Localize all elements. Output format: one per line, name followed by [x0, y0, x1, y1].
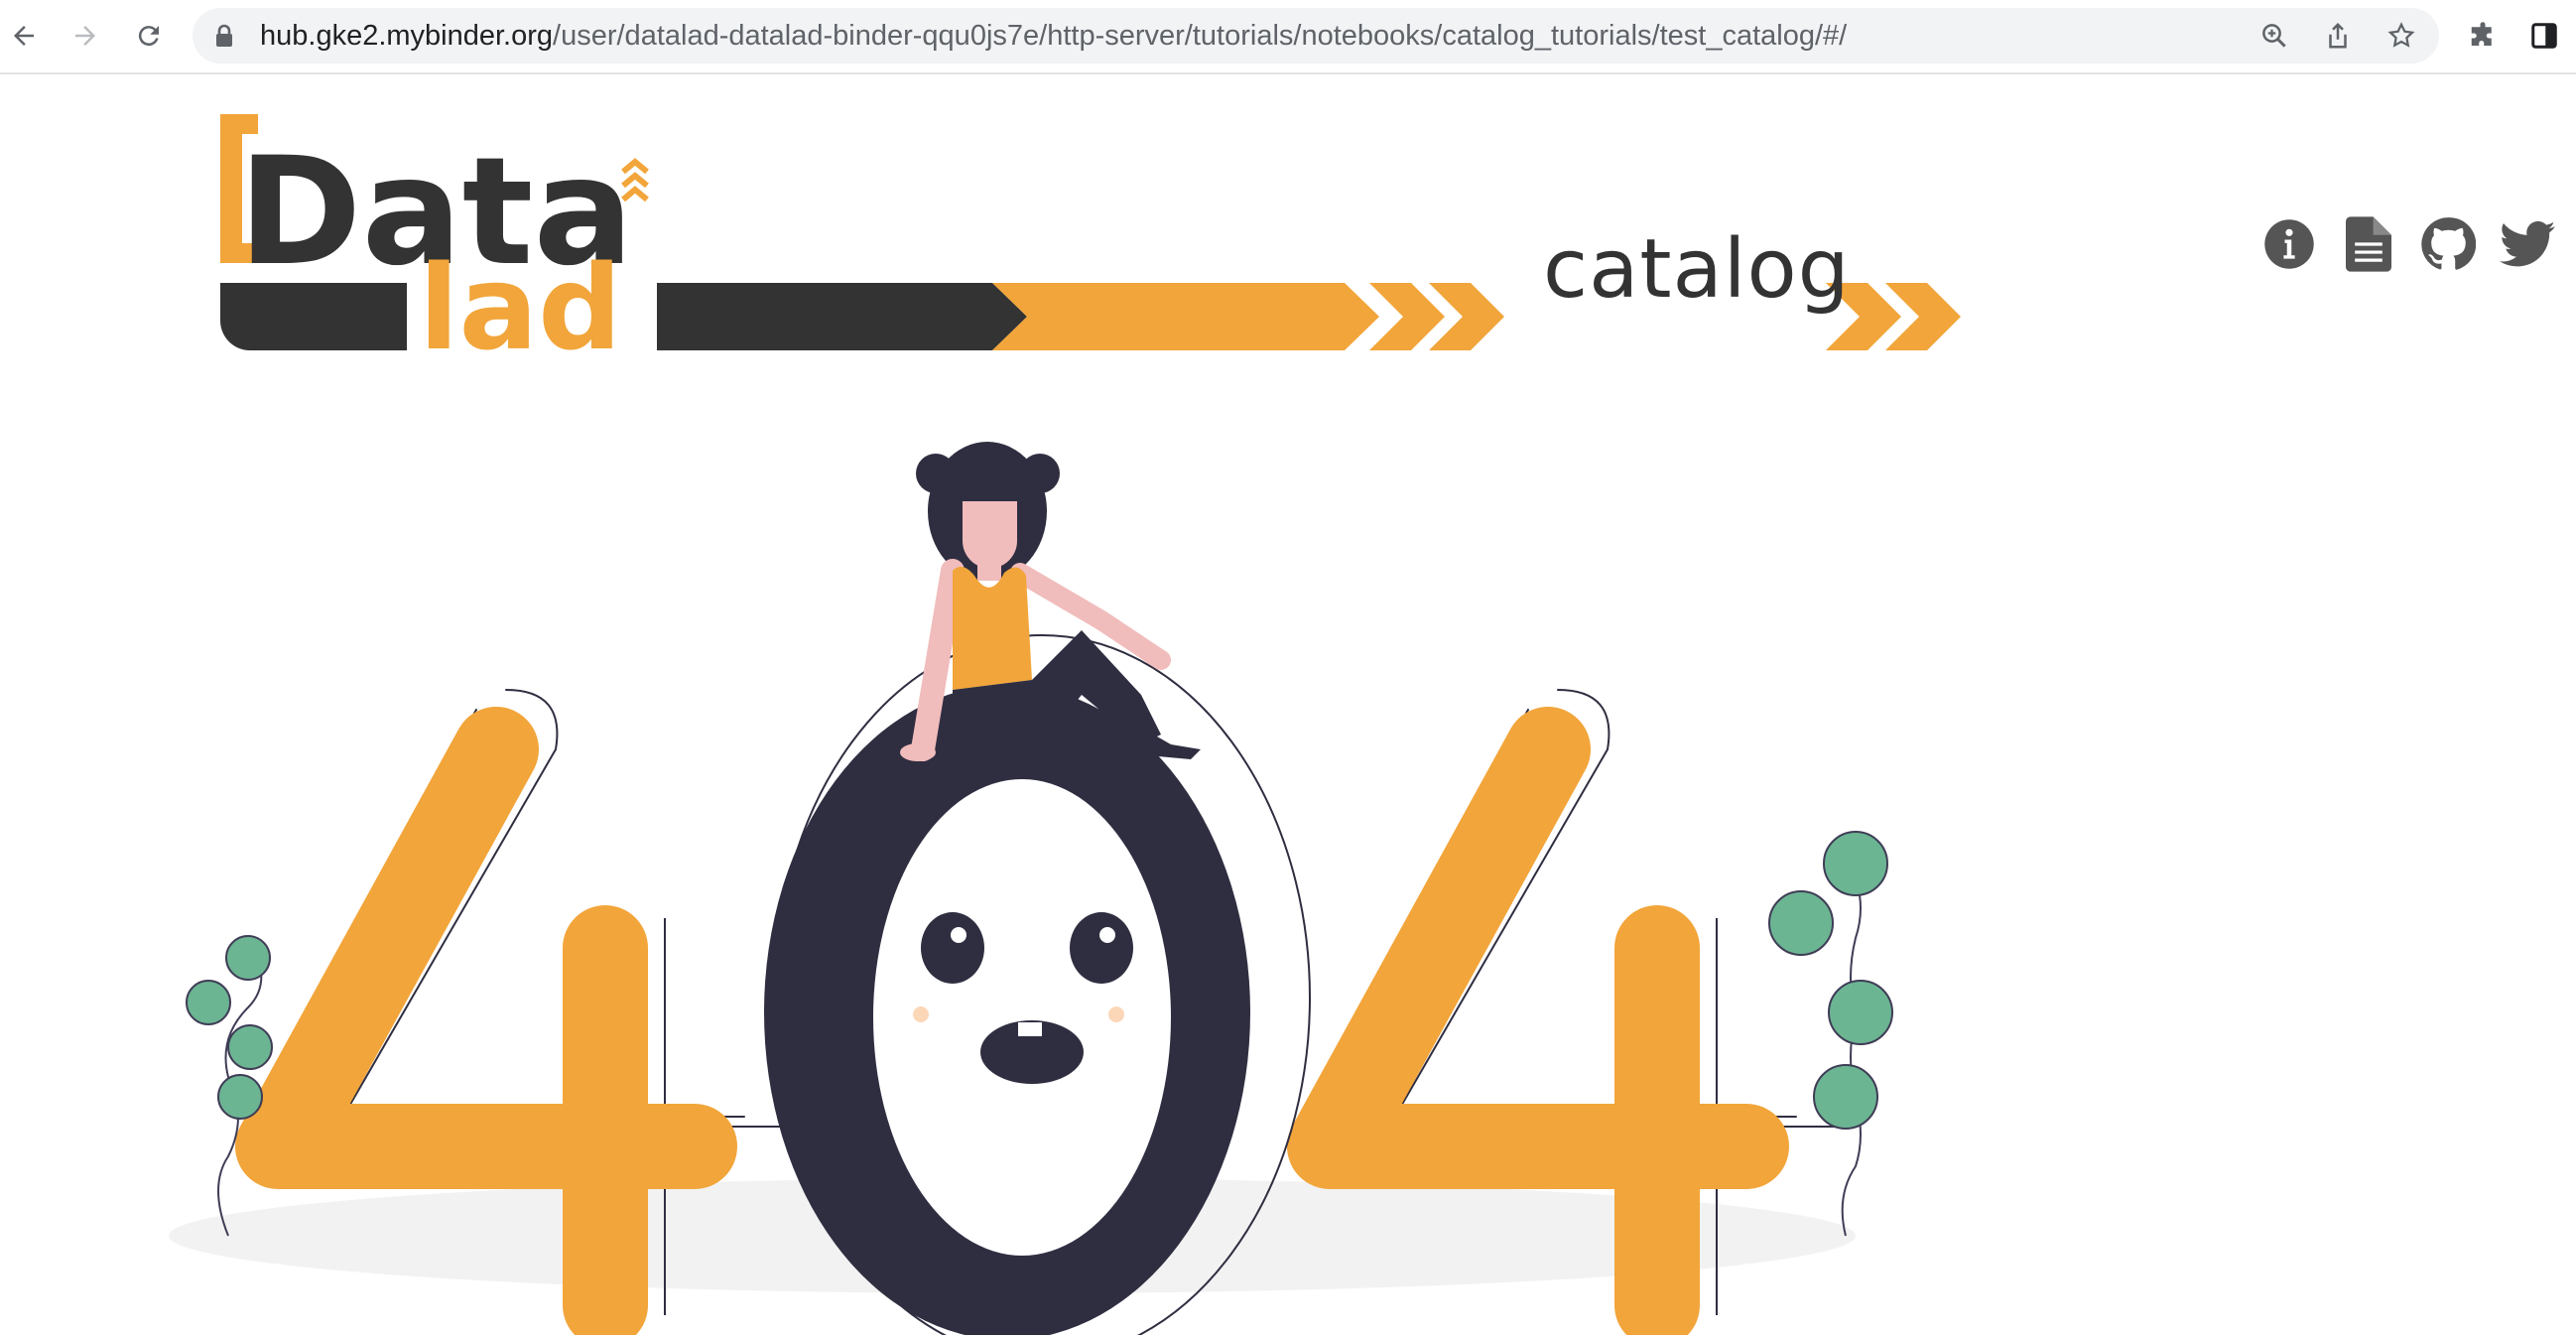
share-button[interactable] — [2318, 16, 2358, 56]
lock-icon[interactable] — [214, 24, 234, 48]
extensions-button[interactable] — [2459, 12, 2507, 60]
page-content: Data lad catalog — [0, 74, 2576, 1338]
left-plant — [186, 935, 273, 1237]
logo-lad-text: lad — [419, 239, 622, 352]
star-icon — [2387, 22, 2415, 48]
forward-button[interactable] — [62, 12, 109, 60]
url-host: hub.gke2.mybinder.org — [260, 20, 554, 52]
zero-digit — [764, 685, 1250, 1335]
zoom-button[interactable] — [2254, 16, 2294, 56]
address-bar[interactable]: hub.gke2.mybinder.org/user/datalad-datal… — [193, 8, 2439, 64]
back-arrow-icon — [14, 26, 34, 46]
share-icon — [2329, 22, 2347, 49]
right-plant — [1768, 831, 1893, 1237]
url-path: /user/datalad-datalad-binder-qqu0js7e/ht… — [553, 20, 1848, 52]
twitter-icon — [2500, 220, 2555, 267]
twitter-button[interactable] — [2497, 213, 2558, 275]
forward-arrow-icon — [75, 26, 95, 46]
reload-button[interactable] — [125, 12, 173, 60]
document-button[interactable] — [2338, 213, 2399, 275]
logo-catalog-text: catalog — [1543, 222, 1851, 317]
side-panel-button[interactable] — [2520, 12, 2568, 60]
zoom-icon — [2262, 24, 2286, 48]
document-icon — [2346, 216, 2391, 272]
side-panel-icon — [2531, 23, 2557, 49]
url-text[interactable]: hub.gke2.mybinder.org/user/datalad-datal… — [260, 21, 1847, 51]
puzzle-icon — [2471, 22, 2492, 46]
info-button[interactable] — [2258, 213, 2320, 275]
404-illustration: 404 — [169, 442, 1893, 1335]
github-icon — [2421, 217, 2476, 270]
bookmark-button[interactable] — [2382, 16, 2421, 56]
reload-icon — [138, 26, 159, 47]
back-button[interactable] — [0, 12, 48, 60]
info-icon — [2264, 219, 2314, 269]
github-button[interactable] — [2417, 213, 2479, 275]
browser-toolbar: hub.gke2.mybinder.org/user/datalad-datal… — [0, 0, 2576, 74]
